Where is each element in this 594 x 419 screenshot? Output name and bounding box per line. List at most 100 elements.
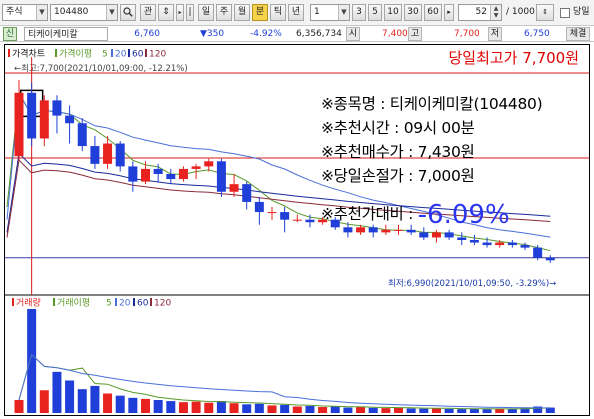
period-year-label: 년: [291, 7, 301, 17]
market-select[interactable]: 주식 ▼: [2, 4, 48, 21]
volume-bar: [394, 407, 403, 413]
volume-bar: [292, 406, 302, 413]
volume-bar: [305, 405, 315, 413]
period-year-button[interactable]: 년: [288, 4, 304, 21]
candle-body: [419, 232, 429, 238]
candle-body: [431, 232, 441, 238]
total-spinner-button[interactable]: ⇕: [536, 4, 554, 21]
interval-label: 10: [387, 7, 399, 17]
candle-body: [128, 166, 138, 182]
interval-label: 60: [427, 7, 439, 17]
period-month-button[interactable]: 월: [234, 4, 250, 21]
count-value: 52: [475, 7, 487, 17]
chart-panel[interactable]: 가격차트 가격이평 5 20 60 120 ←최고:7,700(2021/10/…: [4, 44, 590, 416]
price-change-pct: -4.92%: [250, 29, 282, 39]
interval-label: 30: [407, 7, 419, 17]
price-ma-5: 5: [102, 50, 108, 60]
candle-body: [191, 166, 201, 169]
period-tick-button[interactable]: 틱: [270, 4, 286, 21]
watchlist-button[interactable]: 관: [140, 4, 156, 21]
period-tick-label: 틱: [273, 7, 283, 17]
candle-body: [229, 184, 239, 192]
count-input[interactable]: 52 ▲ ▼: [458, 4, 502, 21]
candle-body: [533, 247, 543, 258]
volume-bar: [507, 408, 517, 413]
stock-name: 티케이케미칼: [24, 27, 108, 41]
volume-ma-20: 20: [119, 299, 131, 309]
volume-bar: [330, 406, 340, 413]
interval-10-button[interactable]: 10: [384, 4, 402, 21]
expand-button[interactable]: ▸: [176, 4, 184, 21]
candle-body: [65, 115, 75, 124]
volume-bar: [90, 385, 100, 413]
interval-3-button[interactable]: 3: [352, 4, 366, 21]
chevron-down-icon[interactable]: ▼: [36, 5, 47, 20]
volume-ma-60-marker: [133, 298, 135, 306]
price-legend-title: 가격차트: [12, 48, 45, 60]
search-button[interactable]: [120, 4, 136, 21]
price-ma-marker: [55, 49, 57, 57]
sameday-label: 당일: [573, 7, 590, 17]
info-buy-price: ※추천매수가 : 7,430원: [321, 143, 475, 161]
quote-bar: 신 티케이케미칼 6,760 ▼350 -4.92% 6,356,734 시 7…: [0, 26, 594, 42]
price-ma-120: 120: [149, 50, 166, 60]
unit-select[interactable]: 1 ▼: [310, 4, 350, 21]
candle-body: [343, 227, 353, 233]
candle-body: [520, 245, 530, 248]
market-select-value: 주식: [6, 7, 23, 17]
interval-60-button[interactable]: 60: [424, 4, 442, 21]
chevron-down-icon[interactable]: ▼: [106, 5, 117, 20]
candle-body: [27, 92, 37, 139]
volume-bar: [280, 404, 290, 413]
candle-body: [545, 257, 555, 261]
volume-bar: [419, 408, 429, 413]
chevron-down-icon[interactable]: ▼: [338, 5, 349, 20]
spinner-icon[interactable]: ▲ ▼: [490, 5, 501, 20]
price-legend-marker: [8, 49, 10, 57]
period-day-button[interactable]: 일: [198, 4, 214, 21]
stock-code-value: 104480: [54, 7, 89, 17]
stock-code-input[interactable]: 104480 ▼: [50, 4, 118, 21]
info-change-value: -6.09%: [417, 200, 510, 230]
candle-body: [507, 242, 517, 246]
open-label: 시: [346, 27, 360, 41]
volume-bar: [368, 407, 378, 413]
info-recommend-time: ※추천시간 : 09시 00분: [321, 119, 475, 137]
candle-body: [482, 242, 492, 246]
candle-body: [267, 212, 277, 214]
candle-body: [305, 219, 315, 223]
price-ma-60: 60: [132, 50, 144, 60]
volume-bar: [343, 407, 353, 413]
candle-body: [368, 227, 378, 233]
volume-bar: [356, 407, 366, 413]
open-price: 7,400: [382, 29, 408, 39]
candle-body: [356, 227, 366, 233]
volume-bar: [39, 390, 49, 413]
volume-bar: [457, 409, 467, 413]
divider-button[interactable]: |: [186, 4, 194, 21]
candle-body: [178, 168, 188, 180]
volume-ma-120-marker: [150, 298, 152, 306]
low-label: 저: [488, 27, 502, 41]
info-change-label: ※추천가대비 :: [321, 205, 418, 223]
period-minute-button[interactable]: 분: [252, 4, 268, 21]
candle-body: [381, 229, 391, 233]
updown-button[interactable]: ⇕: [158, 4, 174, 21]
search-icon: [123, 7, 133, 17]
sameday-checkbox[interactable]: [560, 8, 570, 18]
interval-more-button[interactable]: ▸: [444, 4, 454, 21]
candle-body: [242, 184, 252, 202]
period-month-label: 월: [237, 7, 247, 17]
volume-bar: [216, 401, 226, 413]
volume-bar: [14, 400, 24, 413]
interval-5-button[interactable]: 5: [368, 4, 382, 21]
price-ma-label: 가격이평: [59, 48, 92, 60]
interval-30-button[interactable]: 30: [404, 4, 422, 21]
period-week-button[interactable]: 주: [216, 4, 232, 21]
volume-bar: [178, 402, 188, 413]
current-price: 6,760: [134, 29, 160, 39]
volume-bar: [381, 408, 391, 413]
volume-bar: [65, 380, 75, 413]
price-change: ▼350: [200, 29, 225, 39]
exec-button[interactable]: 체결: [566, 27, 590, 41]
